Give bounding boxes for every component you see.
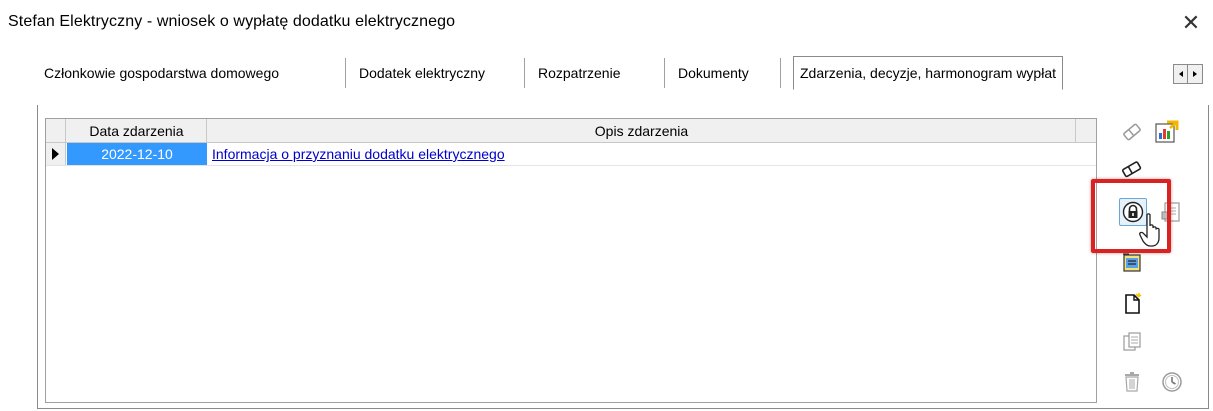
current-row-arrow-icon xyxy=(52,148,59,160)
tab-separator xyxy=(780,58,781,88)
event-date-cell[interactable]: 2022-12-10 xyxy=(67,143,207,165)
mouse-cursor-icon xyxy=(1139,213,1165,254)
eraser-icon[interactable] xyxy=(1118,118,1146,146)
tab-documents[interactable]: Dokumenty xyxy=(672,55,755,91)
event-description-link[interactable]: Informacja o przyznaniu dodatku elektryc… xyxy=(212,143,505,165)
copy-document-icon[interactable] xyxy=(1118,328,1146,356)
tab-household-members[interactable]: Członkowie gospodarstwa domowego xyxy=(38,55,285,91)
tab-bar: Członkowie gospodarstwa domowego Dodatek… xyxy=(38,55,1173,91)
row-indicator-header xyxy=(46,119,66,143)
export-chart-icon[interactable] xyxy=(1152,118,1180,146)
column-header-description[interactable]: Opis zdarzenia xyxy=(208,119,1076,143)
tab-electric-allowance[interactable]: Dodatek elektryczny xyxy=(353,55,491,91)
scroll-left-icon xyxy=(1179,71,1183,77)
scroll-right-button[interactable] xyxy=(1188,65,1202,83)
new-document-icon[interactable] xyxy=(1118,290,1146,318)
tab-separator xyxy=(345,58,346,88)
events-grid[interactable]: Data zdarzenia Opis zdarzenia 2022-12-10… xyxy=(45,118,1097,403)
trash-icon[interactable] xyxy=(1118,368,1146,396)
clock-icon[interactable] xyxy=(1158,368,1186,396)
window-title: Stefan Elektryczny - wniosek o wypłatę d… xyxy=(8,13,456,30)
tab-review[interactable]: Rozpatrzenie xyxy=(532,55,627,91)
table-row[interactable]: 2022-12-10 Informacja o przyznaniu dodat… xyxy=(46,143,1096,166)
row-indicator xyxy=(46,143,66,165)
grid-header: Data zdarzenia Opis zdarzenia xyxy=(46,119,1096,143)
scroll-right-icon xyxy=(1193,71,1197,77)
tab-separator xyxy=(664,58,665,88)
column-header-date[interactable]: Data zdarzenia xyxy=(67,119,207,143)
close-icon[interactable]: ✕ xyxy=(1176,10,1206,36)
tab-scroll-buttons xyxy=(1173,64,1203,84)
title-bar: Stefan Elektryczny - wniosek o wypłatę d… xyxy=(0,0,1213,46)
scroll-left-button[interactable] xyxy=(1174,65,1188,83)
tab-separator xyxy=(524,58,525,88)
tab-events-decisions[interactable]: Zdarzenia, decyzje, harmonogram wypłat xyxy=(793,56,1064,90)
